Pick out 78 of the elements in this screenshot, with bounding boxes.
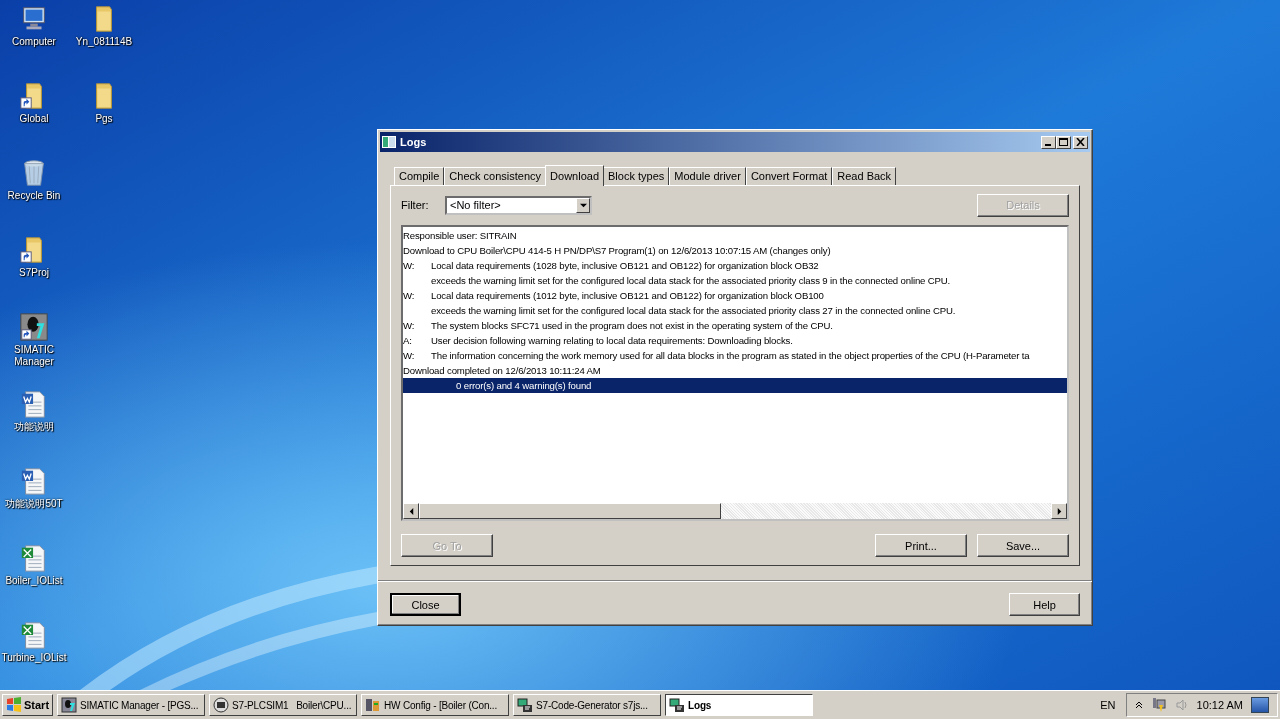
message-type: W: bbox=[403, 260, 416, 271]
desktop-icon-label[interactable]: Recycle Bin bbox=[7, 190, 61, 202]
network-icon[interactable] bbox=[1150, 697, 1167, 713]
taskbar-button[interactable]: Logs bbox=[665, 694, 814, 716]
chip-icon bbox=[213, 697, 230, 713]
windows-logo-icon bbox=[6, 697, 22, 713]
scroll-right-button[interactable] bbox=[1051, 503, 1067, 519]
minimize-button[interactable] bbox=[1041, 135, 1056, 149]
scroll-left-button[interactable] bbox=[403, 503, 419, 519]
scrollbar-thumb[interactable] bbox=[419, 503, 721, 519]
log-message: The system blocks SFC71 used in the program does not exist in the operating system of the CPU. bbox=[431, 320, 833, 331]
clock[interactable]: 10:12 AM bbox=[1196, 699, 1243, 711]
taskbar-button[interactable]: HW Config - [Boiler (Con... bbox=[361, 694, 510, 716]
dialog-button[interactable]: Print... bbox=[875, 534, 967, 557]
window-title: Logs bbox=[400, 136, 428, 148]
desktop-icon-label[interactable]: Yn_081114B bbox=[75, 36, 133, 48]
dropdown-arrow-icon bbox=[579, 201, 587, 209]
task-label: S7-Code-Generator s7js... bbox=[536, 699, 648, 711]
filter-dropdown[interactable]: <No filter> bbox=[445, 195, 592, 215]
tab[interactable]: Block types bbox=[603, 167, 670, 185]
log-line[interactable]: W: Local data requirements (1012 byte, inclusive OB121 and OB122) for organization block OB100 bbox=[403, 288, 1067, 303]
log-line[interactable]: A: User decision following warning relating to local data requirements: Downloading blocks. bbox=[403, 333, 1067, 348]
desktop-icon-label[interactable]: S7Proj bbox=[19, 267, 49, 279]
desktop-icon-label[interactable]: Computer bbox=[12, 36, 56, 48]
log-message: Local data requirements (1012 byte, inclusive OB121 and OB122) for organization block OB100 bbox=[431, 290, 824, 301]
tab[interactable]: Check consistency bbox=[444, 167, 547, 185]
log-message: User decision following warning relating to local data requirements: Downloading blocks. bbox=[431, 335, 793, 346]
horizontal-scrollbar[interactable] bbox=[403, 503, 1067, 519]
taskbar-button[interactable]: SIMATIC Manager - [PGS... bbox=[57, 694, 206, 716]
task-label: SIMATIC Manager - [PGS... bbox=[80, 699, 199, 711]
message-type: W: bbox=[403, 320, 416, 331]
close-dialog-button[interactable]: Close bbox=[390, 593, 461, 616]
help-button[interactable]: Help bbox=[1009, 593, 1080, 616]
window-icon bbox=[382, 136, 396, 148]
code-generator-icon bbox=[669, 697, 686, 713]
tab[interactable]: Convert Format bbox=[745, 167, 833, 185]
code-generator-icon bbox=[517, 697, 534, 713]
tab[interactable]: Module driver bbox=[669, 167, 746, 185]
message-type: A: bbox=[403, 335, 413, 346]
log-line[interactable]: Responsible user: SITRAIN bbox=[403, 228, 1067, 243]
task-label: Logs bbox=[688, 699, 712, 711]
left-arrow-icon bbox=[407, 507, 415, 515]
log-line[interactable]: Download to CPU Boiler\CPU 414-5 H PN/DP\S7 Program(1) on 12/6/2013 10:07:15 AM (changes only) bbox=[403, 243, 1067, 258]
desktop-icon-label[interactable]: 功能说明 bbox=[14, 421, 54, 433]
log-line[interactable]: exceeds the warning limit set for the configured local data stack for the associated priority class 9 in the connected online CPU. bbox=[403, 273, 1067, 288]
maximize-button[interactable] bbox=[1056, 135, 1071, 149]
log-line[interactable]: W: Local data requirements (1028 byte, inclusive OB121 and OB122) for organization block OB32 bbox=[403, 258, 1067, 273]
show-desktop-button[interactable] bbox=[1251, 697, 1269, 713]
start-button[interactable]: Start bbox=[2, 694, 54, 716]
app-icon bbox=[61, 697, 78, 713]
log-message: Local data requirements (1028 byte, inclusive OB121 and OB122) for organization block OB32 bbox=[431, 260, 819, 271]
close-button[interactable] bbox=[1073, 135, 1088, 149]
desktop-icon-label[interactable]: Pgs bbox=[95, 113, 113, 125]
desktop-icon-label[interactable]: Global bbox=[19, 113, 49, 125]
tab[interactable]: Download bbox=[545, 165, 604, 186]
maximize-icon bbox=[1059, 138, 1068, 146]
hardware-icon bbox=[365, 697, 382, 713]
close-icon bbox=[1076, 138, 1085, 146]
log-line[interactable]: Download completed on 12/6/2013 10:11:24 AM bbox=[403, 363, 1067, 378]
message-type: W: bbox=[403, 290, 416, 301]
dialog-button[interactable]: Save... bbox=[977, 534, 1069, 557]
taskbar-button[interactable]: S7-PLCSIM1 Boiler\CPU... bbox=[209, 694, 358, 716]
tab[interactable]: Compile bbox=[394, 167, 445, 185]
language-indicator[interactable]: EN bbox=[1100, 699, 1116, 711]
message-type: W: bbox=[403, 350, 416, 361]
right-arrow-icon bbox=[1055, 507, 1063, 515]
log-line[interactable]: exceeds the warning limit set for the configured local data stack for the associated priority class 27 in the connected online CPU. bbox=[403, 303, 1067, 318]
taskbar-button[interactable]: S7-Code-Generator s7js... bbox=[513, 694, 662, 716]
task-label: S7-PLCSIM1 Boiler\CPU... bbox=[232, 699, 352, 711]
app-icon bbox=[19, 312, 49, 342]
tab[interactable]: Read Back bbox=[832, 167, 897, 185]
log-line[interactable]: W: The information concerning the work memory used for all data blocks in the program as stated in the object properties of the CPU (H-Parameter ta bbox=[403, 348, 1067, 363]
desktop-icon-label[interactable]: SIMATIC Manager bbox=[4, 344, 64, 368]
task-label: HW Config - [Boiler (Con... bbox=[384, 699, 498, 711]
chevron-up-icon[interactable] bbox=[1134, 701, 1143, 709]
log-line[interactable]: W: The system blocks SFC71 used in the program does not exist in the operating system of the CPU. bbox=[403, 318, 1067, 333]
log-message: The information concerning the work memory used for all data blocks in the program as stated in the object properties of the CPU (H-Parameter ta bbox=[431, 350, 1030, 361]
filter-label: Filter: bbox=[401, 199, 430, 211]
